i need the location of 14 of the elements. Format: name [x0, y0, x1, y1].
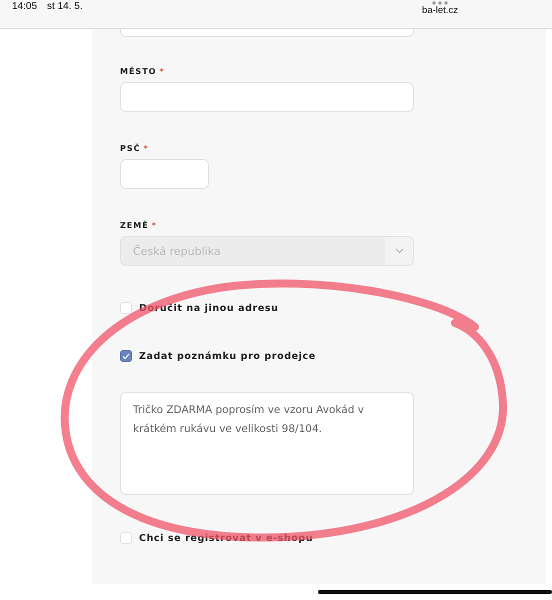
note-field[interactable]: Tričko ZDARMA poprosím ve vzoru Avokád v krátkém rukávu ve velikosti 98/104. [120, 392, 414, 495]
checkbox[interactable] [120, 350, 132, 362]
status-date: st 14. 5. [47, 1, 83, 12]
field-label: MĚSTO * [120, 67, 166, 76]
more-icon [432, 1, 448, 5]
field-label: ZEMĚ * [120, 221, 158, 230]
checkbox-label: Zadat poznámku pro prodejce [139, 350, 316, 362]
field-label: PSČ * [120, 144, 150, 153]
status-time: 14:05 [12, 1, 38, 12]
input-field[interactable] [120, 29, 414, 37]
chevron-down-icon [394, 248, 404, 254]
input-field[interactable] [120, 159, 209, 189]
url-text[interactable]: ba-let.cz [422, 5, 458, 16]
input-field[interactable] [120, 82, 414, 112]
